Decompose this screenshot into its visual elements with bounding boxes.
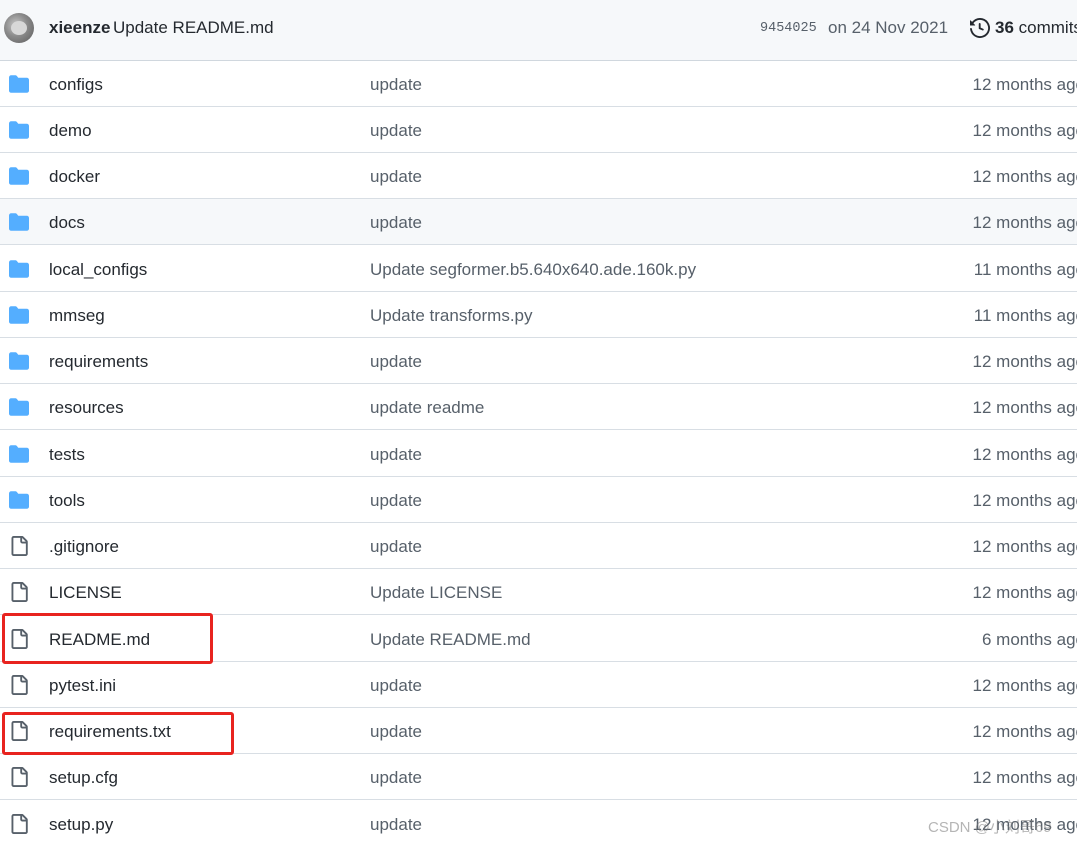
commit-message-link[interactable]: update — [370, 768, 422, 788]
avatar[interactable] — [4, 13, 34, 43]
commit-author-link[interactable]: xieenze — [49, 18, 110, 38]
file-row[interactable]: tools update 12 months ago — [0, 477, 1077, 523]
commit-sha-link[interactable]: 9454025 — [760, 21, 817, 36]
file-name-link[interactable]: README.md — [49, 630, 150, 650]
history-icon[interactable] — [970, 18, 990, 38]
commit-message-link[interactable]: Update LICENSE — [370, 583, 502, 603]
commit-message-link[interactable]: update — [370, 537, 422, 557]
commit-age: 12 months ago — [972, 583, 1077, 602]
commit-age: 12 months ago — [972, 768, 1077, 787]
file-icon — [9, 629, 29, 649]
commit-message-link[interactable]: update — [370, 722, 422, 742]
file-name-link[interactable]: requirements.txt — [49, 722, 171, 742]
file-icon — [9, 536, 29, 556]
file-name-link[interactable]: local_configs — [49, 260, 147, 280]
commit-age: 6 months ago — [981, 630, 1077, 649]
folder-icon — [9, 351, 29, 371]
file-name-link[interactable]: docs — [49, 213, 85, 233]
file-row[interactable]: .gitignore update 12 months ago — [0, 523, 1077, 569]
file-row[interactable]: setup.py update 12 months ago — [0, 801, 1077, 843]
commit-message-link[interactable]: Update README.md — [113, 18, 274, 38]
file-name-link[interactable]: setup.py — [49, 815, 113, 835]
commit-message-link[interactable]: update — [370, 75, 422, 95]
watermark: CSDN @小刘哥69 — [928, 819, 1052, 836]
file-row[interactable]: tests update 12 months ago — [0, 431, 1077, 477]
file-name-link[interactable]: demo — [49, 121, 92, 141]
commit-message-link[interactable]: update — [370, 491, 422, 511]
commit-message-link[interactable]: update — [370, 121, 422, 141]
file-name-link[interactable]: resources — [49, 398, 124, 418]
file-icon — [9, 675, 29, 695]
commit-age: 12 months ago — [972, 213, 1077, 232]
commit-age: 12 months ago — [972, 167, 1077, 186]
file-row[interactable]: docs update 12 months ago — [0, 199, 1077, 245]
file-row[interactable]: mmseg Update transforms.py 11 months ago — [0, 292, 1077, 338]
file-row[interactable]: configs update 12 months ago — [0, 61, 1077, 107]
commit-message-link[interactable]: update — [370, 213, 422, 233]
commit-age: 12 months ago — [972, 445, 1077, 464]
commit-date: on 24 Nov 2021 — [828, 18, 949, 37]
commit-message-link[interactable]: Update transforms.py — [370, 306, 533, 326]
folder-icon — [9, 74, 29, 94]
latest-commit-bar: xieenze Update README.md 9454025 on 24 N… — [0, 0, 1077, 61]
commit-message-link[interactable]: update — [370, 167, 422, 187]
file-name-link[interactable]: tools — [49, 491, 85, 511]
folder-icon — [9, 120, 29, 140]
file-icon — [9, 582, 29, 602]
file-row[interactable]: setup.cfg update 12 months ago — [0, 754, 1077, 800]
file-name-link[interactable]: setup.cfg — [49, 768, 118, 788]
folder-icon — [9, 166, 29, 186]
file-name-link[interactable]: tests — [49, 445, 85, 465]
file-row[interactable]: pytest.ini update 12 months ago — [0, 662, 1077, 708]
folder-icon — [9, 212, 29, 232]
file-icon — [9, 814, 29, 834]
file-row[interactable]: README.md Update README.md 6 months ago — [0, 616, 1077, 662]
file-name-link[interactable]: configs — [49, 75, 103, 95]
commit-message-link[interactable]: update — [370, 815, 422, 835]
commit-age: 12 months ago — [972, 121, 1077, 140]
file-icon — [9, 767, 29, 787]
commit-age: 12 months ago — [972, 75, 1077, 94]
commit-message-link[interactable]: update — [370, 445, 422, 465]
commit-age: 12 months ago — [972, 537, 1077, 556]
folder-icon — [9, 397, 29, 417]
file-icon — [9, 721, 29, 741]
folder-icon — [9, 259, 29, 279]
file-row[interactable]: local_configs Update segformer.b5.640x640… — [0, 246, 1077, 292]
commit-message-link[interactable]: Update README.md — [370, 630, 531, 650]
file-row[interactable]: requirements update 12 months ago — [0, 338, 1077, 384]
commit-message-link[interactable]: update readme — [370, 398, 484, 418]
folder-icon — [9, 305, 29, 325]
folder-icon — [9, 444, 29, 464]
commit-age: 11 months ago — [973, 260, 1077, 279]
commit-age: 12 months ago — [972, 398, 1077, 417]
file-name-link[interactable]: LICENSE — [49, 583, 122, 603]
file-name-link[interactable]: requirements — [49, 352, 148, 372]
commit-count-link[interactable]: 36 commits — [995, 18, 1077, 38]
file-name-link[interactable]: mmseg — [49, 306, 105, 326]
file-row[interactable]: docker update 12 months ago — [0, 153, 1077, 199]
folder-icon — [9, 490, 29, 510]
commit-age: 11 months ago — [973, 306, 1077, 325]
file-name-link[interactable]: .gitignore — [49, 537, 119, 557]
commit-age: 12 months ago — [972, 491, 1077, 510]
commit-message-link[interactable]: Update segformer.b5.640x640.ade.160k.py — [370, 260, 696, 280]
file-row[interactable]: LICENSE Update LICENSE 12 months ago — [0, 569, 1077, 615]
commit-age: 12 months ago — [972, 676, 1077, 695]
commit-message-link[interactable]: update — [370, 352, 422, 372]
file-row[interactable]: requirements.txt update 12 months ago — [0, 708, 1077, 754]
commit-age: 12 months ago — [972, 352, 1077, 371]
repo-file-browser: xieenze Update README.md 9454025 on 24 N… — [0, 0, 1077, 843]
commit-message-link[interactable]: update — [370, 676, 422, 696]
file-name-link[interactable]: pytest.ini — [49, 676, 116, 696]
commit-age: 12 months ago — [972, 722, 1077, 741]
file-row[interactable]: resources update readme 12 months ago — [0, 384, 1077, 430]
file-row[interactable]: demo update 12 months ago — [0, 107, 1077, 153]
file-name-link[interactable]: docker — [49, 167, 100, 187]
